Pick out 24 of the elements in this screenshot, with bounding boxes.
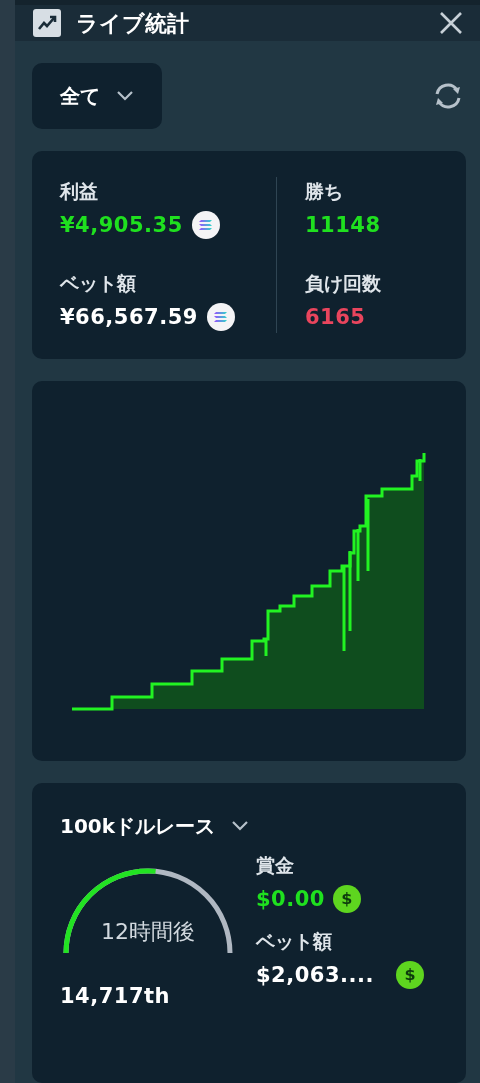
- stat-value: ¥4,905.35: [60, 211, 183, 239]
- stat-value: 11148: [305, 211, 381, 239]
- caret-icon: [116, 90, 134, 102]
- stat-label: ベット額: [256, 929, 333, 954]
- race-dropdown[interactable]: 100kドルレース: [60, 811, 250, 841]
- stat-value: $0.00: [256, 885, 325, 913]
- caret-icon: [231, 820, 250, 832]
- stat-value: 6165: [305, 303, 366, 331]
- rank-value: 14,717th: [60, 983, 172, 1010]
- stat-label: 賞金: [256, 853, 295, 878]
- coin-icon: [205, 302, 236, 333]
- trend-chart-icon: [32, 8, 62, 38]
- coin-icon: [190, 210, 221, 241]
- stat-label: 勝ち: [305, 179, 344, 204]
- stat-value: ¥66,567.59: [60, 303, 198, 331]
- filter-dropdown[interactable]: 全て: [32, 63, 162, 129]
- stat-label: 負け回数: [305, 271, 381, 296]
- panel-title: ライブ統計: [76, 9, 189, 38]
- countdown-label: 12時間後: [100, 918, 196, 946]
- stat-label: 利益: [60, 179, 99, 204]
- coin-icon: $: [395, 961, 424, 990]
- coin-icon: $: [332, 885, 361, 914]
- stat-label: ベット額: [60, 271, 137, 296]
- stat-value: $2,063....: [256, 961, 374, 989]
